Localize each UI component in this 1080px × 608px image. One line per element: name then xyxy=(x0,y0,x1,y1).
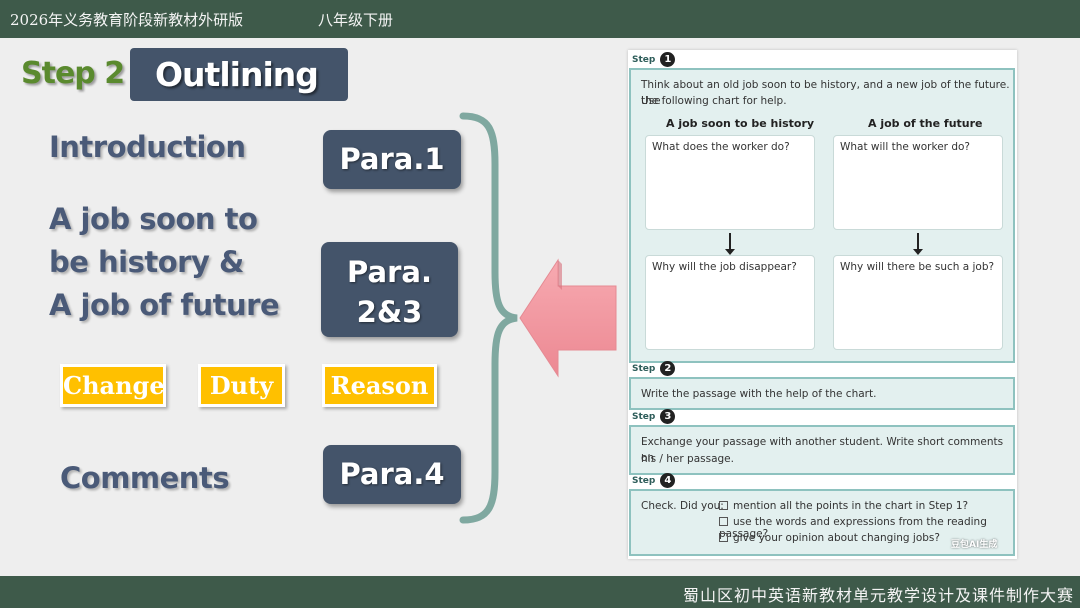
step-word: Step xyxy=(632,54,656,65)
checklist-item: give your opinion about changing jobs? xyxy=(719,532,940,544)
section-introduction: Introduction xyxy=(49,130,246,164)
checklist-item: mention all the points in the chart in S… xyxy=(719,500,968,512)
step-1-instruction-line2: the following chart for help. xyxy=(641,95,787,107)
step-2-number: 2 xyxy=(660,361,676,376)
step-3-header: Step 3 xyxy=(632,409,676,424)
watermark: 豆包AI生成 xyxy=(951,540,998,550)
step-1-header: Step 1 xyxy=(632,52,676,67)
step-label: Step 2 xyxy=(21,56,125,91)
para-2-3-label-line2: 2&3 xyxy=(356,295,423,329)
section-jobs-line3: A job of future xyxy=(49,288,280,322)
contest-title: 蜀山区初中英语新教材单元教学设计及课件制作大赛 xyxy=(682,586,1074,605)
para-4-label: Para.4 xyxy=(339,457,445,491)
tag-change: Change xyxy=(60,364,166,407)
step-2-header: Step 2 xyxy=(632,361,676,376)
chart-cell-q3-text: Why will the job disappear? xyxy=(652,261,797,273)
step-1-number: 1 xyxy=(660,52,676,67)
tag-reason: Reason xyxy=(322,364,437,407)
section-comments: Comments xyxy=(60,461,230,495)
step-4-header: Step 4 xyxy=(632,473,676,488)
step-4-lead: Check. Did you: xyxy=(641,500,724,512)
down-arrow-icon xyxy=(913,233,923,255)
top-bar: 2026年义务教育阶段新教材外研版 八年级下册 xyxy=(0,0,1080,38)
bottom-bar: 蜀山区初中英语新教材单元教学设计及课件制作大赛 xyxy=(0,576,1080,608)
checkbox-icon xyxy=(719,533,728,542)
chart-cell-q1: What does the worker do? xyxy=(645,135,815,230)
chart-col-2-head: A job of the future xyxy=(868,117,983,130)
course-title: 2026年义务教育阶段新教材外研版 xyxy=(10,11,244,29)
checklist-item-text: mention all the points in the chart in S… xyxy=(733,500,969,512)
grade-label: 八年级下册 xyxy=(318,11,394,29)
chart-cell-q1-text: What does the worker do? xyxy=(652,141,790,153)
chart-cell-q3: Why will the job disappear? xyxy=(645,255,815,350)
section-jobs-line2: be history & xyxy=(49,245,244,279)
checkbox-icon xyxy=(719,517,728,526)
checkbox-icon xyxy=(719,501,728,510)
textbook-excerpt: Step 1 Think about an old job soon to be… xyxy=(628,50,1017,559)
step-4-number: 4 xyxy=(660,473,676,488)
step-word: Step xyxy=(632,363,656,374)
chart-cell-q4-text: Why will there be such a job? xyxy=(840,261,995,273)
step-word: Step xyxy=(632,475,656,486)
para-1-label: Para.1 xyxy=(339,142,445,176)
tag-duty: Duty xyxy=(198,364,285,407)
outline-title-box: Outlining xyxy=(130,48,348,101)
down-arrow-icon xyxy=(725,233,735,255)
step-3-number: 3 xyxy=(660,409,676,424)
step-3-instruction-line2: his / her passage. xyxy=(641,453,734,465)
step-2-instruction: Write the passage with the help of the c… xyxy=(641,388,877,400)
para-2-3-box: Para. 2&3 xyxy=(321,242,458,337)
chart-cell-q4: Why will there be such a job? xyxy=(833,255,1003,350)
chart-col-1-head: A job soon to be history xyxy=(666,117,815,130)
checklist-item-text: give your opinion about changing jobs? xyxy=(733,532,940,544)
para-2-3-label-line1: Para. xyxy=(347,255,432,289)
section-jobs-line1: A job soon to xyxy=(49,202,258,236)
chart-cell-q2-text: What will the worker do? xyxy=(840,141,970,153)
outline-title: Outlining xyxy=(155,55,319,94)
step-word: Step xyxy=(632,411,656,422)
left-arrow-icon xyxy=(519,258,617,378)
chart-cell-q2: What will the worker do? xyxy=(833,135,1003,230)
para-4-box: Para.4 xyxy=(323,445,461,504)
para-1-box: Para.1 xyxy=(323,130,461,189)
